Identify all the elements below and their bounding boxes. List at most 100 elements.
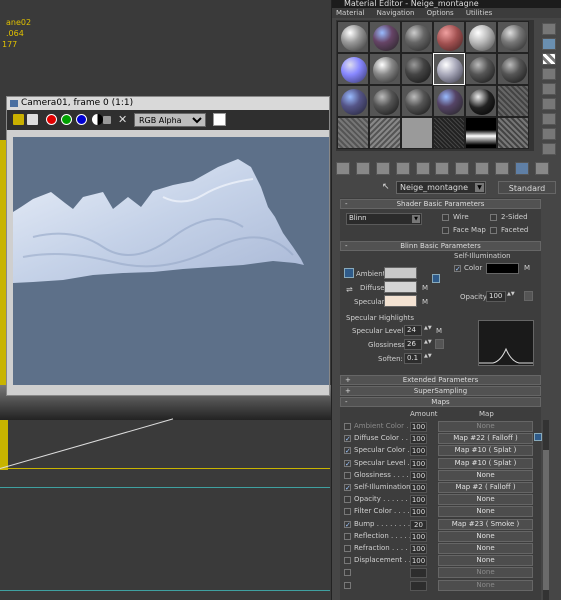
green-channel-icon[interactable] — [61, 114, 72, 125]
map-amount-input[interactable]: 100 — [410, 544, 427, 554]
rollout-shader-basic[interactable]: - Shader Basic Parameters — [340, 199, 541, 209]
specular-level-spinner[interactable]: ▲▼ — [424, 326, 432, 335]
soften-input[interactable]: 0.1 — [404, 353, 422, 364]
scrollbar-thumb[interactable] — [543, 450, 549, 590]
map-amount-input[interactable]: 100 — [410, 507, 427, 518]
ambient-color-swatch[interactable] — [384, 267, 417, 279]
map-slot-button[interactable]: None — [438, 579, 533, 591]
menu-utilities[interactable]: Utilities — [466, 9, 492, 17]
sample-slot[interactable] — [369, 21, 401, 53]
soften-spinner[interactable]: ▲▼ — [424, 354, 432, 363]
diffuse-color-swatch[interactable] — [384, 281, 417, 293]
clone-icon[interactable] — [27, 114, 38, 125]
sample-slot[interactable] — [497, 85, 529, 117]
map-amount-input[interactable]: 100 — [410, 458, 427, 469]
backlight-icon[interactable] — [542, 38, 556, 50]
map-slot-button[interactable]: None — [438, 555, 533, 567]
go-forward-to-sibling-icon[interactable] — [534, 162, 549, 175]
map-slot-button[interactable]: Map #2 ( Falloff ) — [438, 482, 533, 493]
wire-checkbox[interactable] — [442, 214, 449, 221]
sample-slot[interactable] — [401, 53, 433, 85]
sample-slot[interactable] — [337, 85, 369, 117]
rollout-supersampling[interactable]: + SuperSampling — [340, 386, 541, 396]
select-by-material-icon[interactable] — [542, 128, 556, 140]
map-amount-input[interactable]: 100 — [410, 495, 427, 506]
material-editor-window[interactable]: Material Editor - Neige_montagne Materia… — [331, 0, 561, 600]
glossiness-input[interactable]: 26 — [404, 339, 422, 350]
opacity-input[interactable]: 100 — [486, 291, 506, 302]
specular-map-button[interactable]: M — [422, 298, 428, 306]
sample-slot[interactable] — [337, 21, 369, 53]
menu-options[interactable]: Options — [427, 9, 454, 17]
two-sided-checkbox[interactable] — [490, 214, 497, 221]
map-amount-input[interactable]: 20 — [410, 519, 427, 530]
map-enable-checkbox[interactable] — [344, 496, 351, 504]
map-slot-button[interactable]: Map #10 ( Splat ) — [438, 457, 533, 469]
rollout-scrollbar[interactable] — [543, 420, 549, 600]
faceted-checkbox[interactable] — [490, 227, 497, 234]
sample-slot[interactable] — [369, 85, 401, 117]
sample-slot[interactable] — [369, 117, 401, 149]
rollout-maps[interactable]: - Maps — [340, 397, 541, 407]
map-amount-input[interactable] — [410, 580, 427, 591]
map-amount-input[interactable]: 100 — [410, 446, 427, 457]
maps-scroll-icon[interactable] — [534, 433, 542, 441]
make-preview-icon[interactable] — [542, 98, 556, 110]
map-enable-checkbox[interactable] — [344, 471, 351, 479]
map-slot-button[interactable]: None — [438, 421, 533, 432]
show-end-result-icon[interactable] — [495, 162, 509, 175]
chevron-down-icon[interactable]: ▼ — [412, 215, 420, 223]
map-amount-input[interactable]: 100 — [410, 470, 427, 481]
map-amount-input[interactable]: 100 — [410, 483, 427, 493]
put-to-library-icon[interactable] — [435, 162, 450, 175]
map-enable-checkbox[interactable]: ✓ — [344, 447, 351, 455]
menu-navigation[interactable]: Navigation — [377, 9, 415, 17]
map-amount-input[interactable]: 100 — [410, 531, 427, 542]
options-icon[interactable] — [542, 113, 556, 125]
render-window-titlebar[interactable]: Camera01, frame 0 (1:1) — [7, 97, 329, 110]
sample-slot[interactable] — [497, 21, 529, 53]
material-name-field[interactable]: Neige_montagne ▼ — [396, 181, 486, 194]
sample-slot[interactable] — [465, 117, 497, 149]
get-material-icon[interactable] — [336, 162, 350, 175]
pick-material-icon[interactable]: ↖ — [382, 182, 390, 192]
map-enable-checkbox[interactable]: ✓ — [344, 520, 351, 528]
channel-select[interactable]: RGB Alpha — [134, 113, 206, 127]
sample-slot[interactable] — [465, 21, 497, 53]
map-amount-input[interactable] — [410, 568, 427, 579]
sample-slot[interactable] — [433, 21, 465, 53]
map-slot-button[interactable]: None — [438, 469, 533, 481]
map-enable-checkbox[interactable] — [344, 581, 351, 589]
background-checker-icon[interactable] — [542, 53, 556, 65]
lock-diffuse-specular-icon[interactable]: ⇌ — [346, 285, 353, 294]
specular-color-swatch[interactable] — [384, 295, 417, 307]
map-enable-checkbox[interactable]: ✓ — [344, 459, 351, 467]
map-enable-checkbox[interactable] — [344, 508, 351, 516]
material-id-channel-icon[interactable] — [455, 162, 470, 175]
glossiness-map-button[interactable] — [435, 339, 444, 349]
video-color-check-icon[interactable] — [542, 83, 556, 95]
sample-uv-tiling-icon[interactable] — [542, 68, 556, 80]
alpha-icon[interactable] — [92, 114, 103, 125]
map-amount-input[interactable]: 100 — [410, 556, 427, 567]
background-color-swatch[interactable] — [213, 113, 226, 126]
map-enable-checkbox[interactable]: ✓ — [344, 435, 351, 443]
diffuse-map-button[interactable]: M — [422, 284, 428, 292]
blue-channel-icon[interactable] — [76, 114, 87, 125]
menu-material[interactable]: Material — [336, 9, 364, 17]
mono-icon[interactable] — [103, 116, 111, 124]
map-enable-checkbox[interactable] — [344, 569, 351, 577]
make-unique-icon[interactable] — [415, 162, 430, 175]
map-slot-button[interactable]: Map #10 ( Splat ) — [438, 445, 533, 457]
map-enable-checkbox[interactable] — [344, 423, 351, 430]
face-map-checkbox[interactable] — [442, 227, 449, 234]
map-slot-button[interactable]: None — [438, 543, 533, 554]
specular-level-input[interactable]: 24 — [404, 325, 422, 336]
map-slot-button[interactable]: None — [438, 530, 533, 542]
map-enable-checkbox[interactable] — [344, 532, 351, 540]
specular-level-map-button[interactable]: M — [436, 327, 442, 335]
opacity-spinner[interactable]: ▲▼ — [507, 292, 515, 301]
sample-slot[interactable] — [401, 117, 433, 149]
reset-map-icon[interactable] — [395, 162, 410, 175]
assign-to-selection-icon[interactable] — [375, 162, 390, 175]
